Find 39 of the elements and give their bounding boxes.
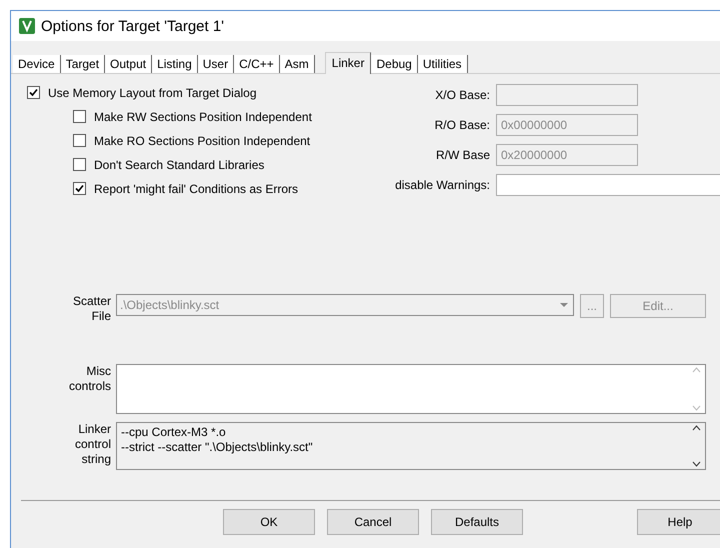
field-label: Scatter File <box>72 294 111 324</box>
tab[interactable]: Asm <box>280 55 315 73</box>
app-logo-icon <box>19 18 35 34</box>
window-title: Options for Target 'Target 1' <box>41 18 226 34</box>
tab[interactable]: C/C++ <box>234 55 280 73</box>
checkbox[interactable] <box>73 110 86 123</box>
command-line-text: --strict --scatter ".\Objects\blinky.sct" <box>121 440 313 455</box>
field-label: Linker control string <box>74 422 111 467</box>
option-label: Make RO Sections Position Independent <box>94 134 310 148</box>
option-label: Don't Search Standard Libraries <box>94 158 264 172</box>
scroll-down-icon[interactable] <box>692 461 701 467</box>
checkbox[interactable] <box>73 158 86 171</box>
field-label: R/O Base: <box>434 118 490 132</box>
option-label: Report 'might fail' Conditions as Errors <box>94 182 298 196</box>
command-line-text: --cpu Cortex-M3 *.o <box>121 425 227 440</box>
scroll-up-icon[interactable] <box>692 425 701 431</box>
tab[interactable]: Utilities <box>418 55 468 73</box>
field-label: R/W Base <box>434 148 490 162</box>
checkbox[interactable] <box>73 134 86 147</box>
checkbox[interactable] <box>73 182 86 195</box>
tab[interactable]: Linker <box>324 52 372 74</box>
tab[interactable]: Listing <box>152 55 198 73</box>
help-button[interactable]: Help <box>637 509 720 535</box>
dialog-button[interactable]: OK <box>223 509 315 535</box>
input-field[interactable] <box>496 174 720 196</box>
option-label: Use Memory Layout from Target Dialog <box>48 86 257 100</box>
tab[interactable]: Debug <box>371 55 418 73</box>
dropdown-arrow-icon <box>560 303 568 307</box>
tab[interactable]: User <box>198 55 234 73</box>
tab[interactable]: Output <box>105 55 152 73</box>
dialog-button[interactable]: Defaults <box>431 509 523 535</box>
checkbox[interactable] <box>27 86 40 99</box>
dialog-button[interactable]: Cancel <box>327 509 419 535</box>
field-label: disable Warnings: <box>394 178 490 192</box>
tab[interactable]: Target <box>60 55 106 73</box>
field-label: X/O Base: <box>434 88 490 102</box>
option-label: Make RW Sections Position Independent <box>94 110 312 124</box>
field-label: Misc controls <box>68 364 111 394</box>
tab[interactable]: Device <box>13 55 61 73</box>
